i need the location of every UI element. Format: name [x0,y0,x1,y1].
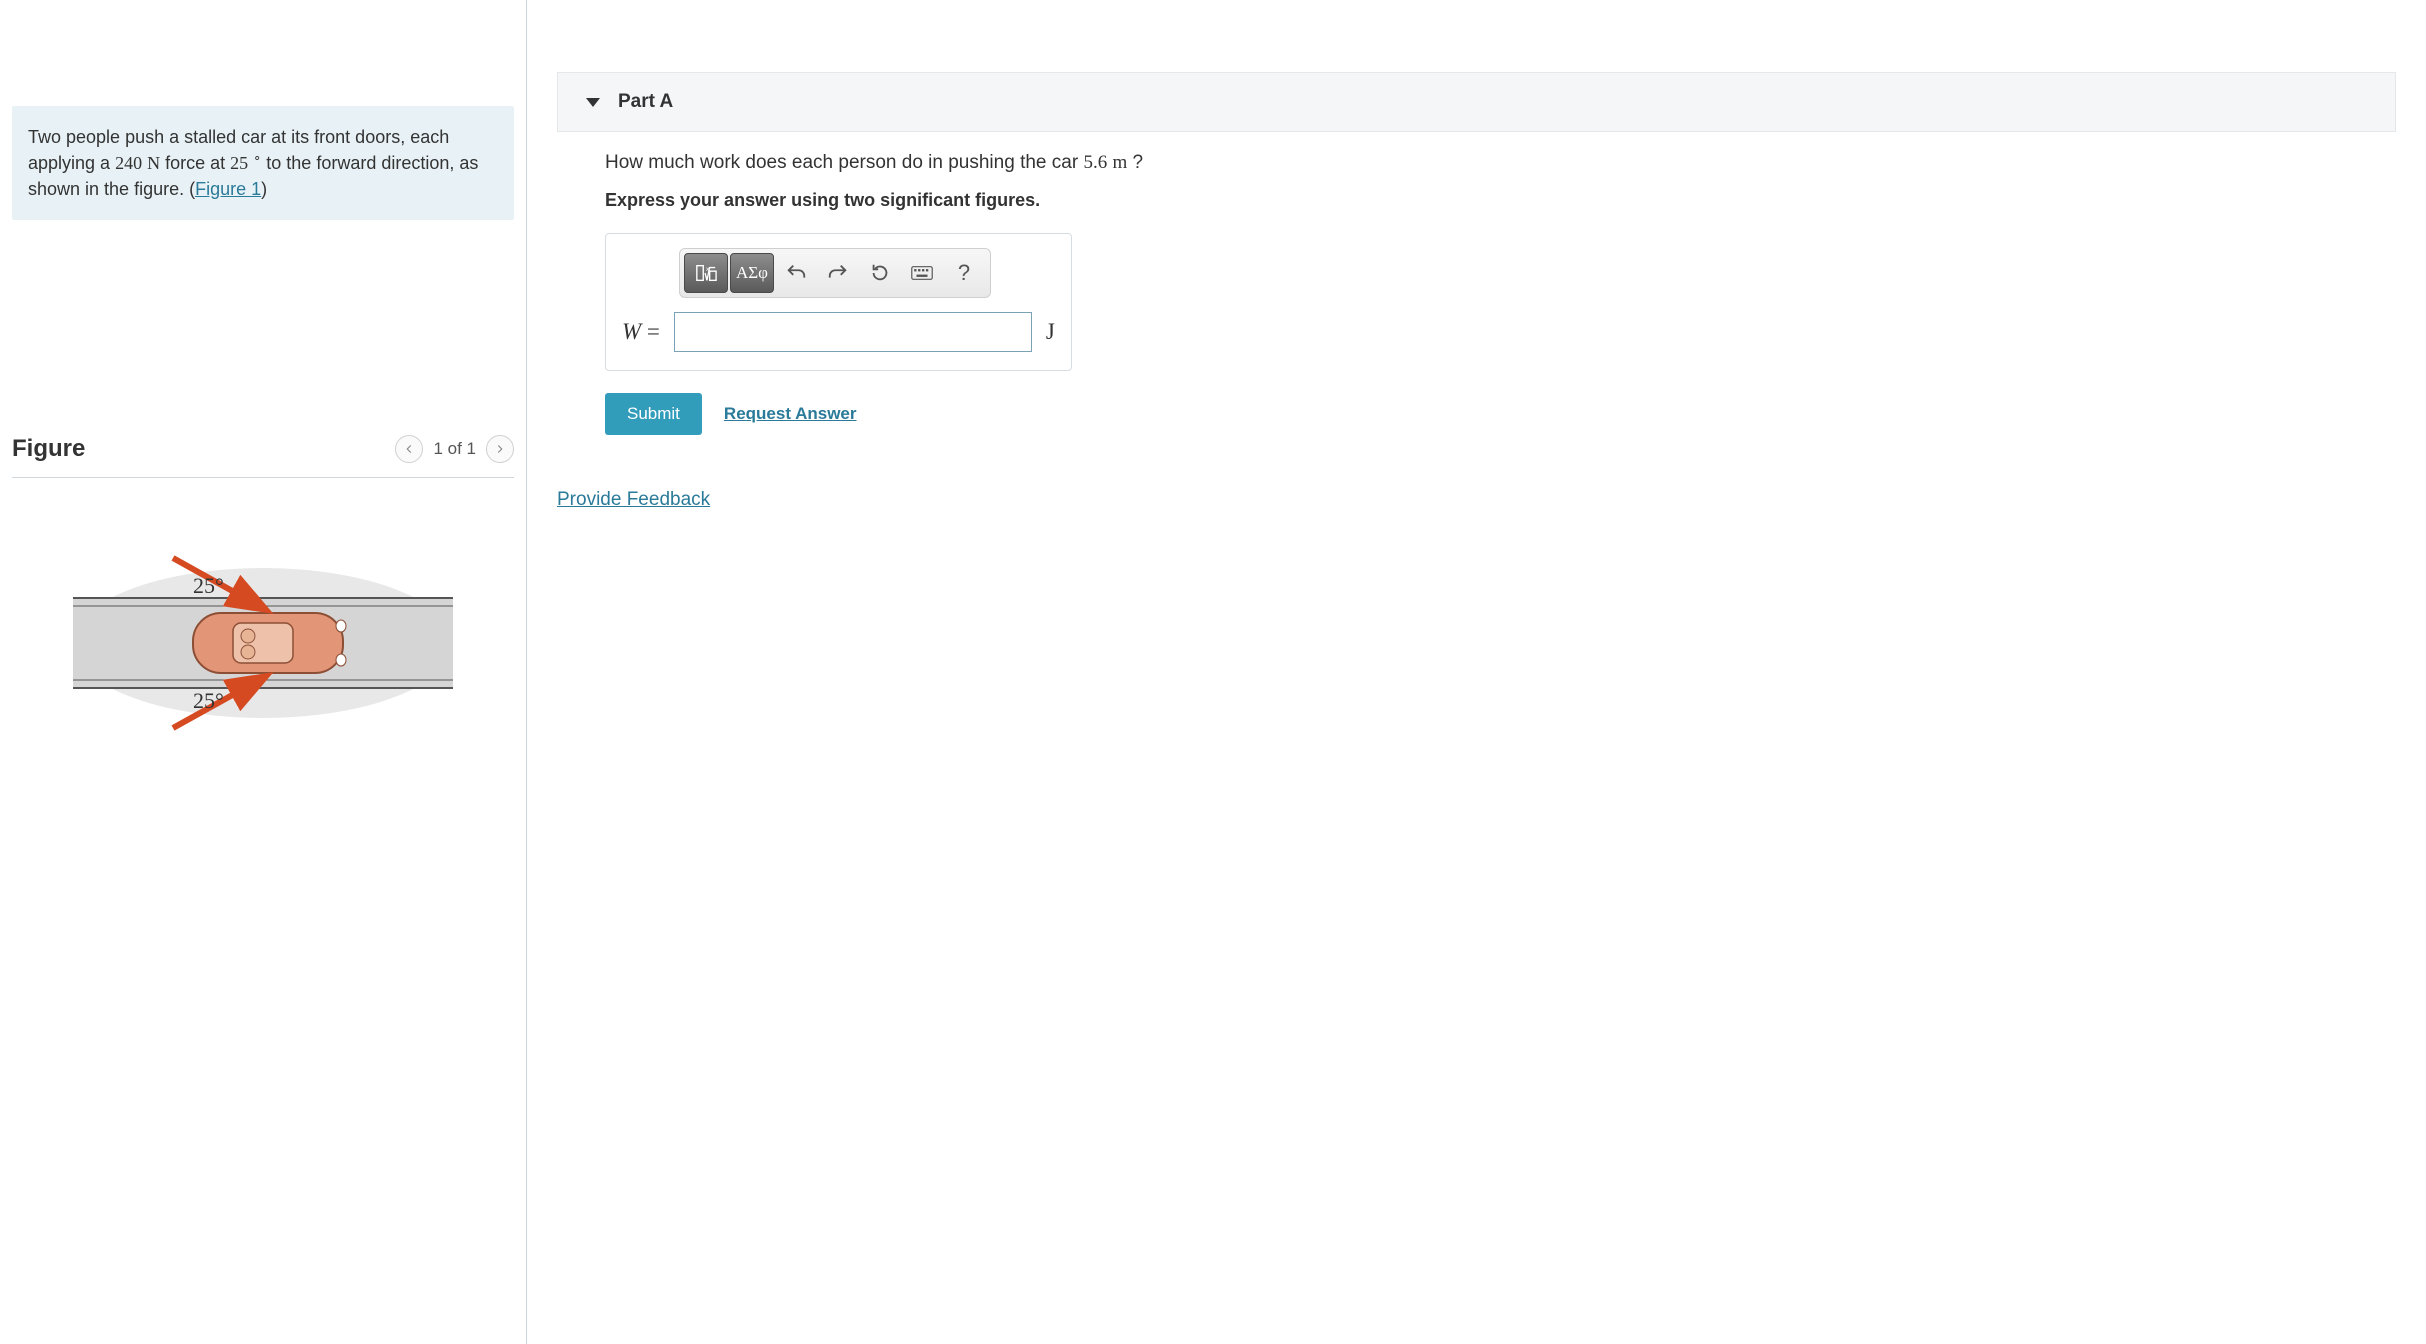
distance-unit: m [1112,152,1127,173]
angle-top-label: 25° [193,573,224,598]
reset-icon [869,262,891,284]
left-pane: Two people push a stalled car at its fro… [0,0,527,1344]
keyboard-button[interactable] [902,253,942,293]
caret-down-icon [586,98,600,107]
undo-icon [785,262,807,284]
request-answer-link[interactable]: Request Answer [724,404,857,424]
question-text: How much work does each person do in pus… [605,152,1487,174]
chevron-left-icon [402,438,416,460]
problem-statement: Two people push a stalled car at its fro… [12,106,514,220]
answer-row: W = J [622,312,1055,352]
submit-button[interactable]: Submit [605,393,702,435]
force-unit: N [147,153,160,173]
templates-button[interactable]: x [684,253,728,293]
answer-input[interactable] [674,312,1032,352]
part-label: Part A [618,91,673,113]
part-header[interactable]: Part A [557,72,2396,132]
distance-value: 5.6 [1083,152,1107,173]
question-after: ? [1127,152,1143,173]
chevron-right-icon [493,438,507,460]
problem-text: ) [261,179,267,199]
variable-label: W = [622,319,660,345]
figure-page: 1 of 1 [433,439,476,459]
degree-symbol: ∘ [253,150,261,165]
keyboard-icon [911,262,933,284]
reset-button[interactable] [860,253,900,293]
feedback-section: Provide Feedback [557,489,2396,511]
answer-instruction: Express your answer using two significan… [605,190,1487,211]
figure-prev-button[interactable] [395,435,423,463]
question-before: How much work does each person do in pus… [605,152,1083,173]
figure-nav: 1 of 1 [395,435,514,463]
help-button[interactable]: ? [944,253,984,293]
undo-button[interactable] [776,253,816,293]
force-value: 240 [115,153,142,173]
figure-link[interactable]: Figure 1 [195,179,261,199]
figure-next-button[interactable] [486,435,514,463]
figure-header: Figure 1 of 1 [12,435,514,478]
equation-toolbar: x ΑΣφ [679,248,991,298]
figure-title: Figure [12,435,85,463]
template-icon: x [695,262,717,284]
problem-text: force at [160,153,230,173]
unit-label: J [1046,319,1055,345]
angle-bottom-label: 25° [193,688,224,713]
part-content: How much work does each person do in pus… [557,132,1487,435]
provide-feedback-link[interactable]: Provide Feedback [557,489,710,510]
figure-diagram: 25° 25° [12,538,514,748]
action-row: Submit Request Answer [605,393,1487,435]
greek-button[interactable]: ΑΣφ [730,253,774,293]
figure-section: Figure 1 of 1 [12,435,514,748]
redo-button[interactable] [818,253,858,293]
redo-icon [827,262,849,284]
answer-box: x ΑΣφ [605,233,1072,371]
right-pane: Part A How much work does each person do… [527,0,2426,1344]
angle-value: 25 [230,153,248,173]
